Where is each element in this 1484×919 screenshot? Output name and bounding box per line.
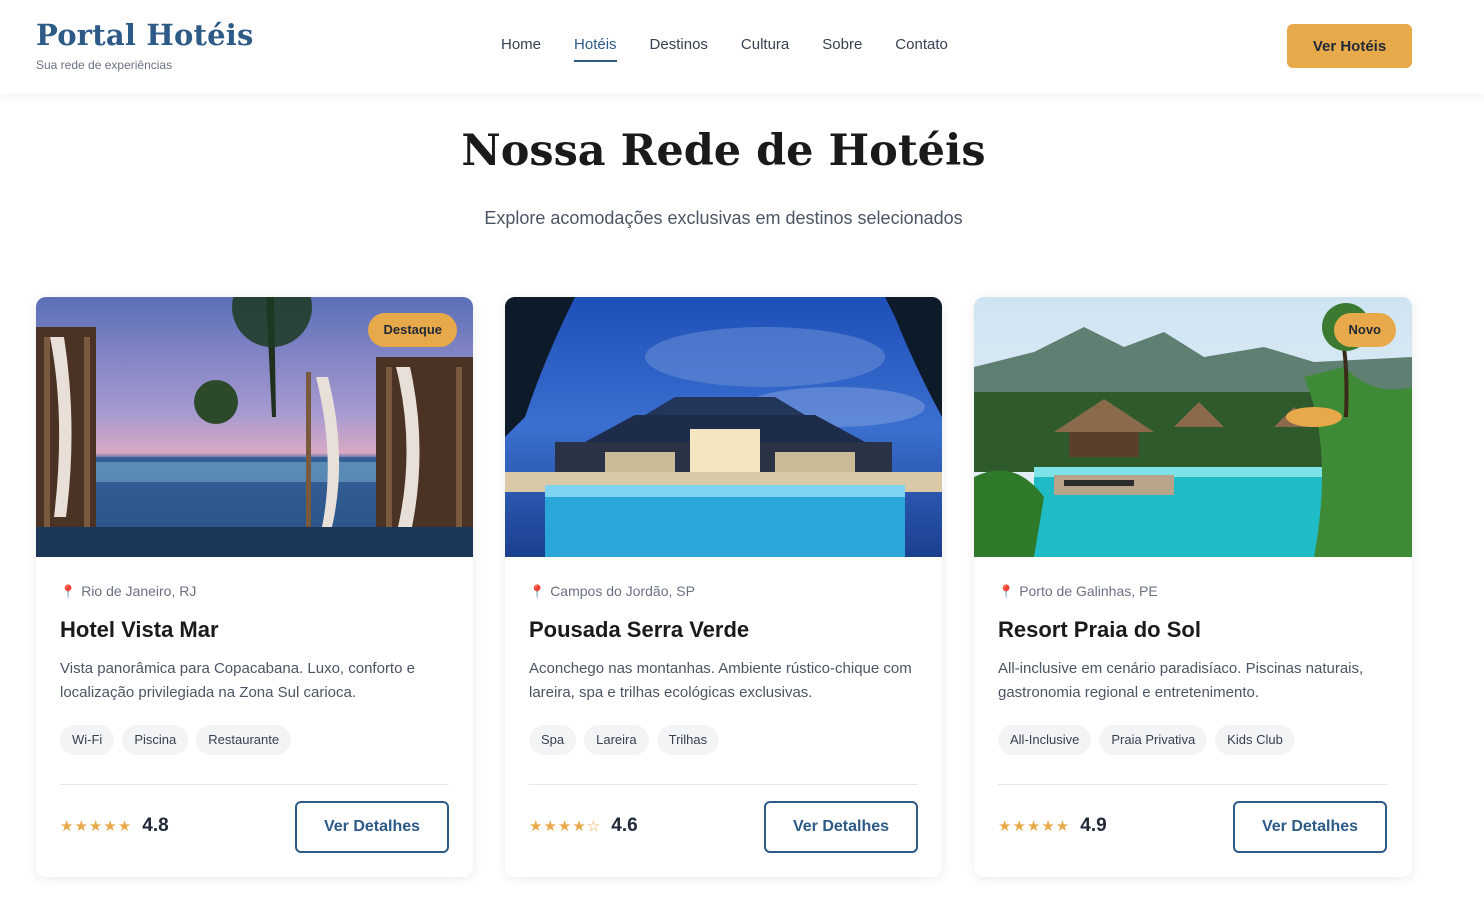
amenity-tag: Praia Privativa bbox=[1099, 725, 1208, 755]
amenity-tag: Spa bbox=[529, 725, 577, 755]
page-subtitle: Explore acomodações exclusivas em destin… bbox=[484, 208, 963, 228]
hotel-description: Vista panorâmica para Copacabana. Luxo, … bbox=[60, 660, 415, 701]
amenity-tags: Spa Lareira Trilhas bbox=[529, 725, 720, 755]
page-title: Nossa Rede de Hotéis bbox=[461, 126, 986, 176]
ver-detalhes-button[interactable]: Ver Detalhes bbox=[295, 801, 449, 853]
location-text: Campos do Jordão, SP bbox=[550, 583, 695, 599]
hotel-name[interactable]: Pousada Serra Verde bbox=[529, 617, 749, 643]
main-nav: Home Hotéis Destinos Cultura Sobre Conta… bbox=[501, 36, 981, 62]
brand-title[interactable]: Portal Hotéis bbox=[36, 18, 253, 52]
divider bbox=[529, 784, 918, 785]
hotel-name[interactable]: Hotel Vista Mar bbox=[60, 617, 219, 643]
brand[interactable]: Portal Hotéis Sua rede de experiências bbox=[36, 18, 253, 72]
nav-hoteis[interactable]: Hotéis bbox=[574, 36, 617, 62]
rating: ★★★★☆ 4.6 bbox=[529, 815, 638, 837]
amenity-tag: Lareira bbox=[584, 725, 649, 755]
hotel-name[interactable]: Resort Praia do Sol bbox=[998, 617, 1201, 643]
location-label: 📍 Rio de Janeiro, RJ bbox=[60, 583, 196, 600]
star-icons: ★★★★★ bbox=[998, 818, 1071, 835]
nav-sobre[interactable]: Sobre bbox=[822, 36, 862, 62]
site-header: Portal Hotéis Sua rede de experiências H… bbox=[0, 0, 1484, 94]
star-icons: ★★★★★ bbox=[60, 818, 133, 835]
featured-badge: Destaque bbox=[368, 313, 457, 347]
location-text: Porto de Galinhas, PE bbox=[1019, 583, 1158, 599]
location-label: 📍 Porto de Galinhas, PE bbox=[998, 583, 1158, 600]
hotel-image-vista-mar: Destaque bbox=[36, 297, 473, 557]
amenity-tags: Wi-Fi Piscina Restaurante bbox=[60, 725, 292, 755]
brand-subtitle: Sua rede de experiências bbox=[36, 58, 173, 72]
amenity-tag: Wi-Fi bbox=[60, 725, 115, 755]
hotel-description: Aconchego nas montanhas. Ambiente rústic… bbox=[529, 660, 912, 701]
nav-contato[interactable]: Contato bbox=[895, 36, 948, 62]
hotel-description: All-inclusive em cenário paradisíaco. Pi… bbox=[998, 660, 1364, 701]
ver-detalhes-button[interactable]: Ver Detalhes bbox=[1233, 801, 1387, 853]
new-badge: Novo bbox=[1333, 313, 1396, 347]
location-pin-icon: 📍 bbox=[998, 584, 1015, 599]
hotel-card-vista-mar: Destaque 📍 Rio de Janeiro, RJ Hotel Vista… bbox=[36, 297, 473, 877]
amenity-tag: All-Inclusive bbox=[998, 725, 1092, 755]
star-icons: ★★★★☆ bbox=[529, 818, 602, 835]
amenity-tags: All-Inclusive Praia Privativa Kids Club bbox=[998, 725, 1295, 755]
amenity-tag: Kids Club bbox=[1215, 725, 1295, 755]
location-pin-icon: 📍 bbox=[529, 584, 546, 599]
ver-hoteis-button[interactable]: Ver Hotéis bbox=[1287, 24, 1412, 68]
divider bbox=[998, 784, 1387, 785]
ver-detalhes-button[interactable]: Ver Detalhes bbox=[764, 801, 918, 853]
nav-home[interactable]: Home bbox=[501, 36, 541, 62]
nav-cultura[interactable]: Cultura bbox=[741, 36, 789, 62]
hotel-image-praia-do-sol: Novo bbox=[974, 297, 1412, 557]
nav-destinos[interactable]: Destinos bbox=[650, 36, 708, 62]
hotel-card-serra-verde: 📍 Campos do Jordão, SP Pousada Serra Verd… bbox=[505, 297, 942, 877]
divider bbox=[60, 784, 449, 785]
rating-score: 4.9 bbox=[1080, 815, 1107, 836]
location-text: Rio de Janeiro, RJ bbox=[81, 583, 197, 599]
rating-score: 4.8 bbox=[142, 815, 169, 836]
hotel-image-serra-verde bbox=[505, 297, 942, 557]
rating: ★★★★★ 4.8 bbox=[60, 815, 169, 837]
location-label: 📍 Campos do Jordão, SP bbox=[529, 583, 695, 600]
hotel-card-praia-do-sol: Novo 📍 Porto de Galinhas, PE Resort Praia… bbox=[974, 297, 1412, 877]
amenity-tag: Piscina bbox=[122, 725, 189, 755]
rating: ★★★★★ 4.9 bbox=[998, 815, 1107, 837]
amenity-tag: Restaurante bbox=[196, 725, 292, 755]
amenity-tag: Trilhas bbox=[656, 725, 720, 755]
rating-score: 4.6 bbox=[611, 815, 638, 836]
location-pin-icon: 📍 bbox=[60, 584, 77, 599]
